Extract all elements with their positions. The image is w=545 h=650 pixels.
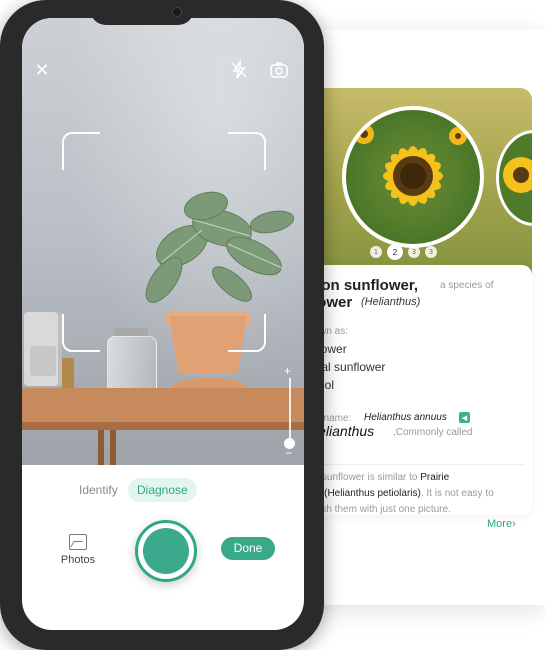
sunflower-thumb: [503, 157, 532, 193]
close-icon[interactable]: ✕: [32, 60, 52, 80]
divider: [308, 464, 524, 465]
scan-frame-corner: [62, 132, 100, 170]
table-leg: [98, 430, 104, 465]
scan-frame-corner: [62, 314, 100, 352]
plant-genus-latin: (Helianthus): [361, 296, 421, 308]
sunflower-photo[interactable]: [342, 106, 484, 248]
plant-name: mon sunflower,: [308, 277, 419, 294]
commonly-called-label: ,Commonly called: [393, 427, 473, 438]
scan-frame-corner: [228, 314, 266, 352]
pager-dot[interactable]: 3: [408, 246, 420, 258]
pager-dot[interactable]: 3: [425, 246, 437, 258]
table-edge: [22, 422, 304, 430]
shutter-button[interactable]: [135, 520, 197, 582]
more-link[interactable]: More›: [487, 518, 516, 530]
similar-text: . It is not easy to: [420, 488, 494, 499]
speaker-icon[interactable]: ◀: [459, 412, 470, 423]
tab-identify[interactable]: Identify: [70, 478, 127, 502]
tab-diagnose[interactable]: Diagnose: [128, 478, 197, 502]
flash-glyph: [231, 59, 247, 79]
done-button[interactable]: Done: [221, 537, 275, 560]
photos-label: Photos: [60, 554, 96, 566]
camera-switch-glyph: [270, 62, 288, 78]
similar-note-line1: on sunflower is similar to Prairie: [308, 472, 449, 483]
plant-leaves: [145, 191, 295, 303]
chevron-right-icon: ›: [512, 518, 516, 530]
plant-info-card: mon sunflower, a species of flower (Heli…: [300, 265, 532, 530]
camera-viewfinder[interactable]: ✕ + −: [22, 18, 304, 465]
species-note: a species of: [440, 280, 494, 291]
shutter-inner: [143, 528, 189, 574]
pager-dot-active[interactable]: 2: [387, 244, 403, 260]
speaker-grill: [30, 346, 56, 376]
photo-gallery-icon: [69, 534, 87, 550]
similar-plant-link[interactable]: Prairie: [420, 472, 449, 483]
similar-text: on sunflower is similar to: [308, 472, 418, 483]
sunflower-photo-next[interactable]: [496, 130, 532, 226]
similar-note-line2: wer(Helianthus petiolaris). It is not ea…: [308, 488, 494, 499]
more-label: More: [487, 518, 513, 530]
similar-plant-link[interactable]: wer(Helianthus petiolaris): [308, 488, 421, 499]
speaker-device: [24, 312, 62, 386]
sunflower-illustration: [354, 124, 467, 206]
front-camera: [172, 7, 182, 17]
camera-switch-icon[interactable]: [269, 60, 289, 80]
zoom-slider[interactable]: [289, 378, 291, 442]
camera-screen: ✕ + − Identify Diagnose Photos Done: [22, 18, 304, 630]
image-pager: 1 2 3 3: [370, 244, 437, 260]
scientific-name-value: Helianthus annuus: [364, 412, 447, 423]
zoom-in-icon[interactable]: +: [284, 364, 291, 378]
zoom-out-icon[interactable]: −: [285, 446, 292, 460]
scan-frame-corner: [228, 132, 266, 170]
flash-off-icon[interactable]: [229, 59, 249, 80]
photos-button[interactable]: Photos: [58, 534, 98, 566]
mode-tabs: Identify Diagnose: [22, 478, 304, 506]
similar-note-line3: guish them with just one picture.: [308, 504, 451, 515]
pager-dot[interactable]: 1: [370, 246, 382, 258]
table-leg: [110, 430, 116, 465]
camera-phone: ✕ + − Identify Diagnose Photos Done: [0, 0, 324, 650]
